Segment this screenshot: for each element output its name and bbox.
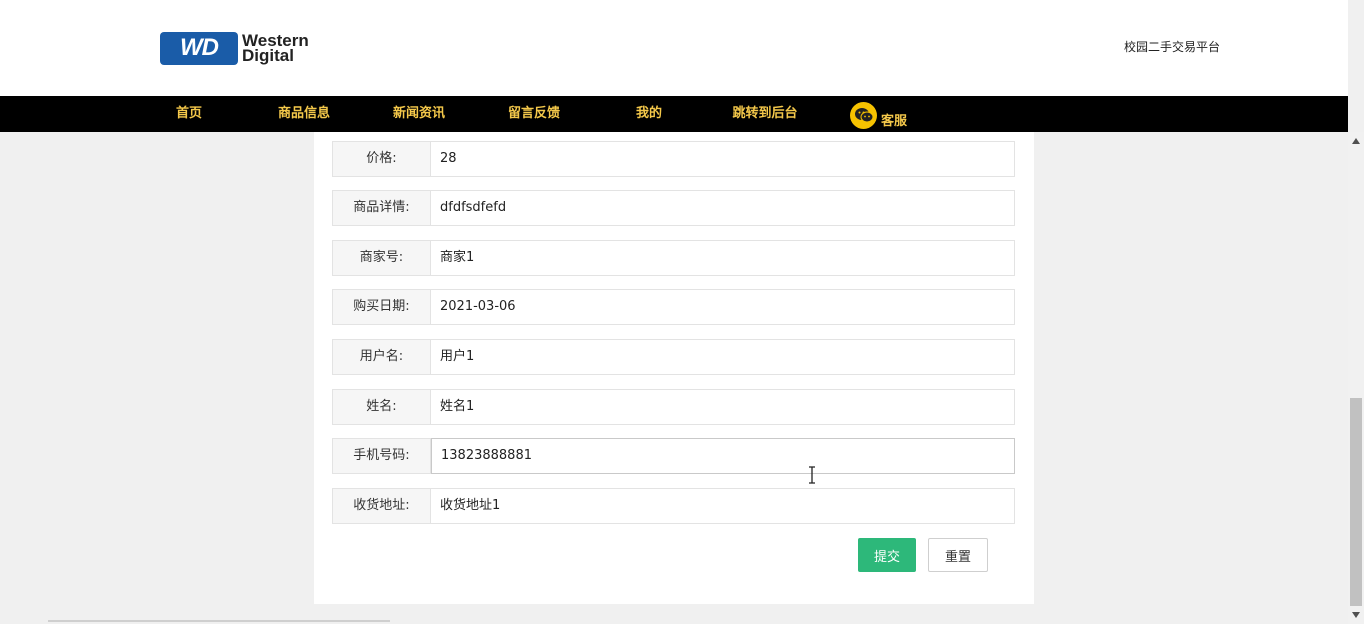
form-row-username: 用户名: 用户1 bbox=[332, 339, 1016, 375]
service-label: 客服 bbox=[881, 113, 908, 129]
phone-input[interactable]: 13823888881 bbox=[431, 438, 1015, 474]
text-cursor-icon bbox=[809, 466, 815, 484]
form-row-detail: 商品详情: dfdfsdfefd bbox=[332, 190, 1016, 226]
form-row-phone: 手机号码: 13823888881 bbox=[332, 438, 1016, 474]
scroll-up-icon[interactable] bbox=[1352, 138, 1360, 144]
nav-item-products[interactable]: 商品信息 bbox=[270, 96, 338, 132]
field-label: 用户名: bbox=[332, 339, 431, 375]
form-row-date: 购买日期: 2021-03-06 bbox=[332, 289, 1016, 325]
logo[interactable]: WD Western Digital bbox=[160, 30, 332, 66]
form-row-address: 收货地址: 收货地址1 bbox=[332, 488, 1016, 524]
reset-button[interactable]: 重置 bbox=[928, 538, 988, 572]
logo-line-2: Digital bbox=[242, 46, 294, 65]
purchase-date-input[interactable]: 2021-03-06 bbox=[431, 289, 1015, 325]
nav-item-news[interactable]: 新闻资讯 bbox=[385, 96, 453, 132]
username-input[interactable]: 用户1 bbox=[431, 339, 1015, 375]
name-input[interactable]: 姓名1 bbox=[431, 389, 1015, 425]
form-row-name: 姓名: 姓名1 bbox=[332, 389, 1016, 425]
vertical-scrollbar[interactable] bbox=[1348, 132, 1364, 624]
address-input[interactable]: 收货地址1 bbox=[431, 488, 1015, 524]
field-label: 手机号码: bbox=[332, 438, 431, 474]
nav-item-feedback[interactable]: 留言反馈 bbox=[500, 96, 568, 132]
wechat-icon bbox=[850, 101, 877, 129]
form-row-price: 价格: 28 bbox=[332, 141, 1016, 177]
scroll-down-icon[interactable] bbox=[1352, 612, 1360, 618]
submit-button[interactable]: 提交 bbox=[858, 538, 916, 572]
nav-item-admin[interactable]: 跳转到后台 bbox=[724, 96, 806, 132]
field-label: 姓名: bbox=[332, 389, 431, 425]
scroll-thumb[interactable] bbox=[1350, 398, 1362, 606]
logo-text: Western Digital bbox=[242, 32, 309, 65]
detail-input[interactable]: dfdfsdfefd bbox=[431, 190, 1015, 226]
site-title: 校园二手交易平台 bbox=[1124, 40, 1221, 54]
nav-item-mine[interactable]: 我的 bbox=[625, 96, 673, 132]
merchant-input[interactable]: 商家1 bbox=[431, 240, 1015, 276]
header: WD Western Digital 校园二手交易平台 bbox=[0, 0, 1348, 96]
field-label: 收货地址: bbox=[332, 488, 431, 524]
field-label: 商家号: bbox=[332, 240, 431, 276]
horizontal-scrollbar[interactable] bbox=[48, 620, 390, 622]
price-input[interactable]: 28 bbox=[431, 141, 1015, 177]
logo-mark: WD bbox=[160, 31, 238, 65]
nav-item-home[interactable]: 首页 bbox=[160, 96, 218, 132]
main-nav: 首页 商品信息 新闻资讯 留言反馈 我的 跳转到后台 客服 bbox=[0, 96, 1348, 132]
nav-item-service[interactable]: 客服 bbox=[850, 100, 907, 130]
form-row-merchant: 商家号: 商家1 bbox=[332, 240, 1016, 276]
field-label: 价格: bbox=[332, 141, 431, 177]
field-label: 购买日期: bbox=[332, 289, 431, 325]
field-label: 商品详情: bbox=[332, 190, 431, 226]
